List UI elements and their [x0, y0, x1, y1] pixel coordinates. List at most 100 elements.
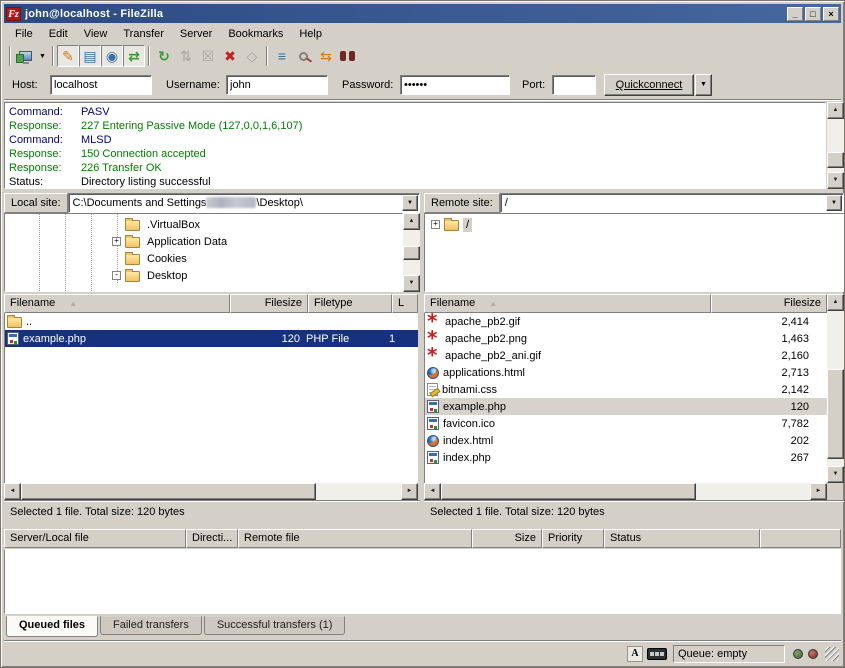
- remote-file-row[interactable]: index.html202: [425, 432, 827, 449]
- menu-file[interactable]: File: [8, 26, 40, 42]
- remote-tree[interactable]: + /: [424, 213, 844, 292]
- quickconnect-dropdown[interactable]: ▼: [695, 74, 712, 96]
- minimize-button[interactable]: _: [787, 7, 803, 21]
- scroll-left-icon[interactable]: ◄: [4, 483, 21, 500]
- synchronized-browsing-button[interactable]: ⇆: [315, 45, 337, 67]
- remote-file-row[interactable]: bitnami.css2,142: [425, 381, 827, 398]
- tree-item-desktop[interactable]: - Desktop: [112, 267, 190, 284]
- site-manager-dropdown[interactable]: ▼: [36, 53, 49, 60]
- queue-body[interactable]: [4, 549, 841, 614]
- scrollbar-thumb[interactable]: [403, 246, 420, 260]
- maximize-button[interactable]: □: [805, 7, 821, 21]
- expand-plus-icon[interactable]: +: [431, 220, 440, 229]
- php-file-icon: [7, 332, 19, 345]
- host-input[interactable]: [50, 75, 152, 95]
- remote-col-filesize[interactable]: Filesize: [711, 294, 827, 313]
- reconnect-button[interactable]: ◇: [241, 45, 263, 67]
- local-site-combo[interactable]: C:\Documents and Settings\Desktop\ ▼: [68, 193, 420, 213]
- toggle-local-treeview-button[interactable]: ▤: [79, 45, 101, 67]
- speed-limits-icon[interactable]: [647, 648, 667, 660]
- quickconnect-button[interactable]: Quickconnect: [604, 74, 694, 96]
- local-hscrollbar[interactable]: ◄ ►: [4, 483, 418, 500]
- remote-file-row[interactable]: favicon.ico7,782: [425, 415, 827, 432]
- queue-col-status[interactable]: Status: [604, 529, 760, 548]
- remote-list-scrollbar[interactable]: ▲ ▼: [827, 294, 844, 483]
- remote-site-combo[interactable]: / ▼: [500, 193, 844, 213]
- queue-col-remote-file[interactable]: Remote file: [238, 529, 472, 548]
- local-col-last-modified[interactable]: L: [392, 294, 418, 313]
- password-input[interactable]: [400, 75, 510, 95]
- remote-file-row[interactable]: index.php267: [425, 449, 827, 466]
- menu-edit[interactable]: Edit: [42, 26, 75, 42]
- expand-plus-icon[interactable]: +: [112, 237, 121, 246]
- queue-col-direction[interactable]: Directi...: [186, 529, 238, 548]
- scroll-right-icon[interactable]: ►: [401, 483, 418, 500]
- close-button[interactable]: ×: [823, 7, 839, 21]
- remote-file-row-selected[interactable]: example.php120: [425, 398, 827, 415]
- cancel-operation-button[interactable]: ☒: [197, 45, 219, 67]
- log-scrollbar[interactable]: ▲ ▼: [827, 102, 844, 189]
- resize-grip[interactable]: [825, 647, 839, 661]
- toggle-remote-treeview-button[interactable]: ◉: [101, 45, 123, 67]
- menu-view[interactable]: View: [77, 26, 115, 42]
- local-file-row-up[interactable]: ..: [5, 313, 418, 330]
- tree-item-root[interactable]: + /: [431, 216, 472, 233]
- process-queue-button[interactable]: ⇅: [175, 45, 197, 67]
- remote-file-list[interactable]: apache_pb2.gif2,414 apache_pb2.png1,463 …: [424, 313, 827, 483]
- local-col-filesize[interactable]: Filesize: [230, 294, 308, 313]
- remote-file-row[interactable]: apache_pb2.png1,463: [425, 330, 827, 347]
- queue-col-server-local-file[interactable]: Server/Local file: [4, 529, 186, 548]
- scroll-up-icon[interactable]: ▲: [403, 213, 420, 230]
- toggle-message-log-button[interactable]: ✎: [57, 45, 79, 67]
- tree-item-cookies[interactable]: Cookies: [112, 250, 190, 267]
- scroll-right-icon[interactable]: ►: [810, 483, 827, 500]
- directory-comparison-button[interactable]: [293, 45, 315, 67]
- toggle-transfer-queue-button[interactable]: ⇄: [123, 45, 145, 67]
- disconnect-button[interactable]: ✖: [219, 45, 241, 67]
- scroll-up-icon[interactable]: ▲: [827, 102, 844, 119]
- tab-failed-transfers[interactable]: Failed transfers: [100, 616, 202, 635]
- local-col-filename[interactable]: Filename▲: [4, 294, 230, 313]
- message-log[interactable]: Command:PASV Response:227 Entering Passi…: [4, 102, 826, 189]
- scroll-down-icon[interactable]: ▼: [827, 172, 844, 189]
- filter-button[interactable]: ≡: [271, 45, 293, 67]
- site-manager-button[interactable]: [14, 45, 36, 67]
- tree-item-virtualbox[interactable]: .VirtualBox: [112, 216, 203, 233]
- queue-col-priority[interactable]: Priority: [542, 529, 604, 548]
- scrollbar-thumb[interactable]: [441, 483, 696, 500]
- remote-file-row[interactable]: apache_pb2_ani.gif2,160: [425, 347, 827, 364]
- scrollbar-thumb[interactable]: [827, 152, 844, 168]
- tree-item-application-data[interactable]: + Application Data: [112, 233, 230, 250]
- queue-col-size[interactable]: Size: [472, 529, 542, 548]
- local-file-list[interactable]: .. example.php 120 PHP File 1: [4, 313, 418, 483]
- scrollbar-thumb[interactable]: [21, 483, 316, 500]
- combo-dropdown-icon[interactable]: ▼: [402, 195, 418, 211]
- menu-bookmarks[interactable]: Bookmarks: [221, 26, 290, 42]
- data-type-indicator-icon[interactable]: A: [627, 646, 643, 662]
- remote-col-filename[interactable]: Filename▲: [424, 294, 711, 313]
- refresh-button[interactable]: ↻: [153, 45, 175, 67]
- port-input[interactable]: [552, 75, 596, 95]
- menu-help[interactable]: Help: [292, 26, 329, 42]
- scrollbar-thumb[interactable]: [827, 369, 844, 459]
- remote-file-row[interactable]: apache_pb2.gif2,414: [425, 313, 827, 330]
- scroll-down-icon[interactable]: ▼: [403, 275, 420, 292]
- scroll-left-icon[interactable]: ◄: [424, 483, 441, 500]
- local-file-row-example-php[interactable]: example.php 120 PHP File 1: [5, 330, 418, 347]
- combo-dropdown-icon[interactable]: ▼: [826, 195, 842, 211]
- scroll-down-icon[interactable]: ▼: [827, 466, 844, 483]
- search-button[interactable]: [337, 45, 359, 67]
- username-input[interactable]: [226, 75, 328, 95]
- local-tree[interactable]: .VirtualBox + Application Data Cookies -…: [4, 213, 403, 292]
- menu-server[interactable]: Server: [173, 26, 219, 42]
- tab-queued-files[interactable]: Queued files: [6, 616, 98, 637]
- local-col-filetype[interactable]: Filetype: [308, 294, 392, 313]
- scroll-up-icon[interactable]: ▲: [827, 294, 844, 311]
- menu-transfer[interactable]: Transfer: [116, 26, 171, 42]
- titlebar[interactable]: Fz john@localhost - FileZilla _ □ ×: [4, 4, 841, 23]
- tab-successful-transfers[interactable]: Successful transfers (1): [204, 616, 346, 635]
- local-tree-scrollbar[interactable]: ▲ ▼: [403, 213, 420, 292]
- remote-hscrollbar[interactable]: ◄ ►: [424, 483, 827, 500]
- remote-file-row[interactable]: applications.html2,713: [425, 364, 827, 381]
- collapse-minus-icon[interactable]: -: [112, 271, 121, 280]
